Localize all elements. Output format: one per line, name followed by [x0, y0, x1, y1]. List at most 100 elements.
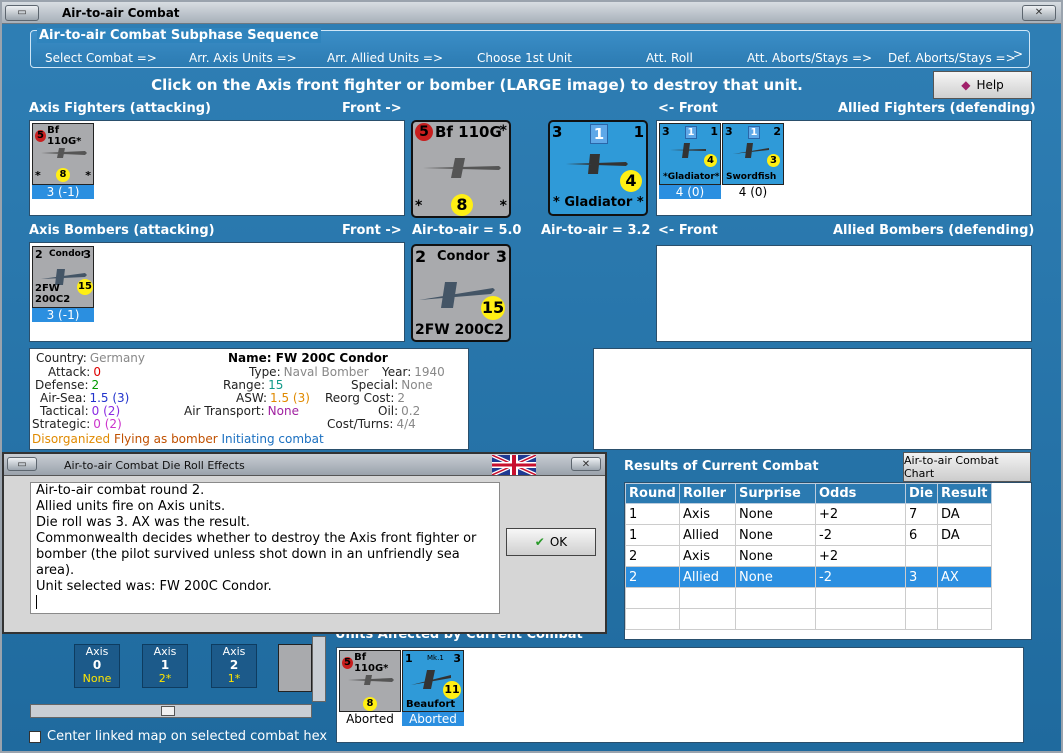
counter-top-left: 3	[552, 123, 563, 141]
unit-name: Condor	[49, 249, 86, 259]
year-value: 1940	[414, 365, 445, 379]
defense-label: Defense:	[35, 378, 89, 392]
name-value: FW 200C Condor	[275, 351, 388, 365]
counter-top-right: 3	[453, 652, 461, 665]
step-select-combat: Select Combat =>	[45, 51, 157, 65]
help-label: Help	[976, 78, 1004, 92]
die-roll-dialog: ▭ Air-to-air Combat Die Roll Effects ✕ A…	[2, 452, 607, 634]
unit-counter-fw200[interactable]: 2 Condor 3 15 2FW 200C2	[32, 246, 94, 308]
unit-counter-swordfish[interactable]: 3 1 2 3 Swordfish	[722, 123, 784, 185]
star-mark: *	[499, 198, 507, 214]
axis-fighters-panel: 5 Bf 110G* * * 8 3 (-1)	[29, 120, 405, 216]
strategic-value: 0 (2)	[93, 417, 122, 431]
axis-slot-0[interactable]: Axis 0 None	[74, 644, 120, 688]
airsea-label: Air-Sea:	[40, 391, 87, 405]
unit-name: Bf 110G	[435, 123, 502, 141]
attack-value: 0	[93, 365, 101, 379]
help-button[interactable]: ◆ Help	[933, 71, 1032, 99]
dialog-menu-button[interactable]: ▭	[7, 457, 37, 471]
strength-badge: 8	[56, 168, 70, 182]
counter-top-right: 2	[773, 125, 781, 138]
type-label: Type:	[249, 365, 281, 379]
subphase-legend: Air-to-air Combat Subphase Sequence	[37, 28, 321, 43]
book-icon: ◆	[961, 78, 971, 92]
level-badge: 5	[342, 657, 354, 669]
dialog-close-button[interactable]: ✕	[571, 457, 601, 471]
counter-top-right: 3	[495, 247, 507, 266]
front-fighter-large[interactable]: 5 Bf 110G * * * 8	[411, 120, 511, 218]
window-menu-button[interactable]: ▭	[5, 5, 39, 21]
counter-top-right: 3	[83, 248, 91, 261]
message-line: bomber (the pilot survived unless shot d…	[36, 547, 460, 562]
unit-name: *Gladiator*	[663, 172, 720, 182]
title-bar: ▭ Air-to-air Combat ✕	[2, 2, 1061, 24]
table-row[interactable]: 1 Axis None +2 7 DA	[625, 503, 992, 525]
table-row-selected[interactable]: 2 Allied None -2 3 AX	[625, 566, 992, 588]
airsea-value: 1.5 (3)	[89, 391, 130, 405]
affected-unit-beaufort[interactable]: 1 Mk.1 3 11 Beaufort	[402, 650, 464, 712]
ok-button[interactable]: ✔ OK	[506, 528, 596, 556]
counter-mid: 1	[748, 126, 760, 139]
asw-label: ASW:	[236, 391, 268, 405]
counter-mid: 1	[685, 126, 697, 139]
defense-value: 2	[91, 378, 100, 392]
dialog-message[interactable]: Air-to-air combat round 2. Allied units …	[30, 482, 500, 614]
allied-bombers-heading: Allied Bombers (defending)	[833, 223, 1035, 238]
strength-badge: 8	[451, 194, 473, 216]
vertical-scrollbar[interactable]	[312, 636, 326, 702]
table-row[interactable]: 2 Axis None +2	[625, 545, 992, 567]
level-badge: 5	[415, 123, 433, 141]
axis-slot-label: Axis	[222, 645, 246, 658]
strength-badge: 15	[481, 296, 505, 320]
front-bomber-large[interactable]: 2 Condor 3 15 2FW 200C2	[411, 244, 511, 342]
axis-slot-status: 2*	[158, 672, 172, 685]
star-mark: *	[35, 169, 41, 182]
allied-fighters-panel: 3 1 1 4 *Gladiator* 4 (0) 3 1 2 3 Swordf…	[656, 120, 1032, 216]
horizontal-scrollbar[interactable]	[30, 704, 312, 718]
allied-front-fighter[interactable]: 3 1 1 4 * Gladiator *	[548, 120, 648, 216]
dialog-title-bar: ▭ Air-to-air Combat Die Roll Effects ✕	[4, 454, 605, 476]
results-heading: Results of Current Combat	[624, 459, 819, 474]
results-table: Round Roller Surprise Odds Die Result 1A…	[625, 483, 992, 630]
axis-bombers-panel: 2 Condor 3 15 2FW 200C2 3 (-1)	[29, 242, 405, 342]
axis-rating: Air-to-air = 5.0	[412, 223, 522, 238]
table-row[interactable]: 1 Allied None -2 6 DA	[625, 524, 992, 546]
ok-label: OK	[549, 535, 568, 549]
instruction-text: Click on the Axis front fighter or bombe…	[151, 76, 803, 94]
message-line: Die roll was 3. AX was the result.	[36, 515, 250, 530]
dialog-title: Air-to-air Combat Die Roll Effects	[64, 459, 245, 472]
allied-bombers-panel	[656, 245, 1032, 342]
combat-chart-button[interactable]: Air-to-air Combat Chart	[903, 452, 1031, 482]
center-map-checkbox[interactable]: Center linked map on selected combat hex	[29, 729, 327, 744]
checkbox-box[interactable]	[29, 730, 41, 743]
unit-status: Aborted	[402, 712, 464, 726]
counter-top-left: 3	[725, 125, 733, 138]
partial-unit-counter[interactable]	[278, 644, 312, 692]
close-button[interactable]: ✕	[1022, 5, 1056, 21]
star-mark: *	[499, 123, 507, 139]
unit-counter-gladiator[interactable]: 3 1 1 4 *Gladiator*	[659, 123, 721, 185]
unit-counter-bf110[interactable]: 5 Bf 110G* * * 8	[32, 123, 94, 185]
counter-top-right: 1	[710, 125, 718, 138]
country-label: Country:	[36, 351, 87, 365]
counter-bottom: 2FW 200C2	[415, 322, 504, 338]
plane-icon	[670, 143, 706, 158]
message-line: Allied units fire on Axis units.	[36, 499, 226, 514]
affected-unit-bf110[interactable]: 5 Bf 110G* 8	[339, 650, 401, 712]
window-title: Air-to-air Combat	[62, 6, 180, 20]
strength-badge: 8	[363, 697, 377, 711]
axis-slot-1[interactable]: Axis 1 2*	[142, 644, 188, 688]
star-mark: *	[85, 169, 91, 182]
results-table-panel: Round Roller Surprise Odds Die Result 1A…	[624, 482, 1032, 640]
message-line: Commonwealth decides whether to destroy …	[36, 531, 477, 546]
axis-slot-2[interactable]: Axis 2 1*	[211, 644, 257, 688]
attack-label: Attack:	[48, 365, 91, 379]
scroll-thumb[interactable]	[161, 706, 175, 716]
table-row-empty	[625, 608, 992, 630]
col-surprise: Surprise	[735, 483, 816, 504]
step-def-aborts: Def. Aborts/Stays =>	[888, 51, 1016, 65]
counter-mid: 1	[590, 124, 608, 144]
type-value: Naval Bomber	[283, 365, 369, 379]
unit-modifier: 3 (-1)	[32, 185, 94, 199]
affected-units-panel: 5 Bf 110G* 8 Aborted 1 Mk.1 3 11 Beaufor…	[336, 647, 1024, 743]
